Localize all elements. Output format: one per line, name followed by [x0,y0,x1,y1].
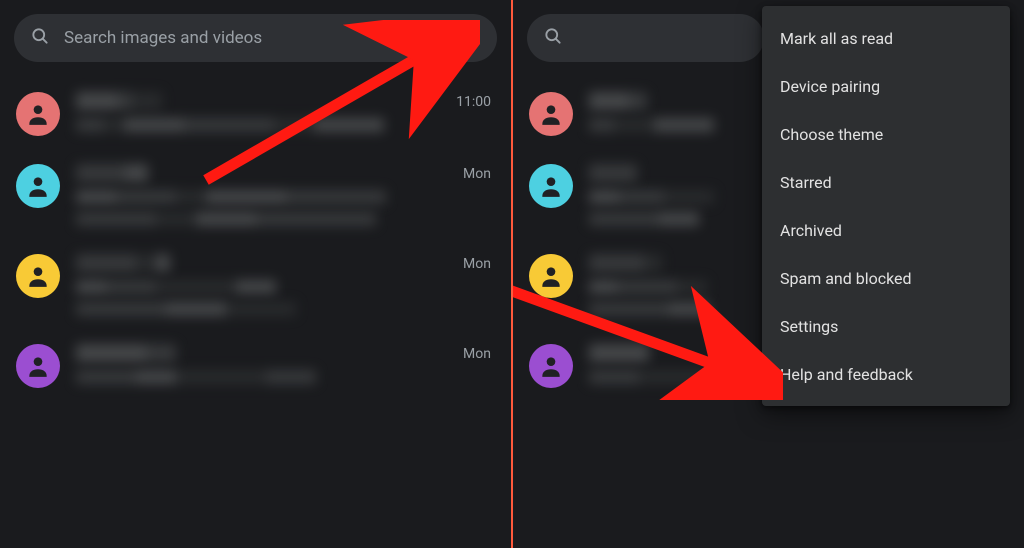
avatar [529,164,573,208]
menu-item-label: Help and feedback [780,365,913,384]
time-label: Mon [463,256,491,272]
avatar [529,344,573,388]
list-item[interactable]: Mon [0,330,511,402]
list-item[interactable] [513,78,764,150]
list-item[interactable]: 11:00 [0,78,511,150]
time-label: Mon [463,346,491,362]
avatar [16,92,60,136]
menu-item-mark-all-read[interactable]: Mark all as read [762,14,1010,62]
menu-item-settings[interactable]: Settings [762,302,1010,350]
menu-item-choose-theme[interactable]: Choose theme [762,110,1010,158]
conversation-list [513,78,764,402]
list-item[interactable] [513,330,764,402]
avatar [529,254,573,298]
menu-item-label: Archived [780,221,842,240]
search-bar[interactable]: Search images and videos [14,14,497,62]
list-item[interactable]: Mon [0,240,511,330]
conversation-list: 11:00 Mon Mon [0,78,511,402]
menu-item-label: Device pairing [780,77,880,96]
more-options-button[interactable] [447,16,491,60]
time-label: Mon [463,166,491,182]
list-item[interactable] [513,240,764,330]
avatar [16,344,60,388]
pane-left: Search images and videos 11:00 [0,0,511,548]
menu-item-spam-blocked[interactable]: Spam and blocked [762,254,1010,302]
menu-item-label: Choose theme [780,125,883,144]
overflow-menu: Mark all as read Device pairing Choose t… [762,6,1010,406]
search-icon [543,26,563,50]
pane-right: Mark all as read Device pairing Choose t… [513,0,1024,548]
list-item[interactable]: Mon [0,150,511,240]
menu-item-label: Spam and blocked [780,269,912,288]
list-item[interactable] [513,150,764,240]
avatar [16,164,60,208]
menu-item-label: Starred [780,173,832,192]
time-label: 11:00 [456,94,491,110]
menu-item-label: Settings [780,317,838,336]
search-bar[interactable] [527,14,764,62]
more-vert-icon [460,29,478,47]
menu-item-starred[interactable]: Starred [762,158,1010,206]
menu-item-archived[interactable]: Archived [762,206,1010,254]
menu-item-label: Mark all as read [780,29,893,48]
search-icon [30,26,50,50]
avatar [529,92,573,136]
avatar [16,254,60,298]
menu-item-device-pairing[interactable]: Device pairing [762,62,1010,110]
search-placeholder: Search images and videos [64,28,447,48]
menu-item-help-feedback[interactable]: Help and feedback [762,350,1010,398]
